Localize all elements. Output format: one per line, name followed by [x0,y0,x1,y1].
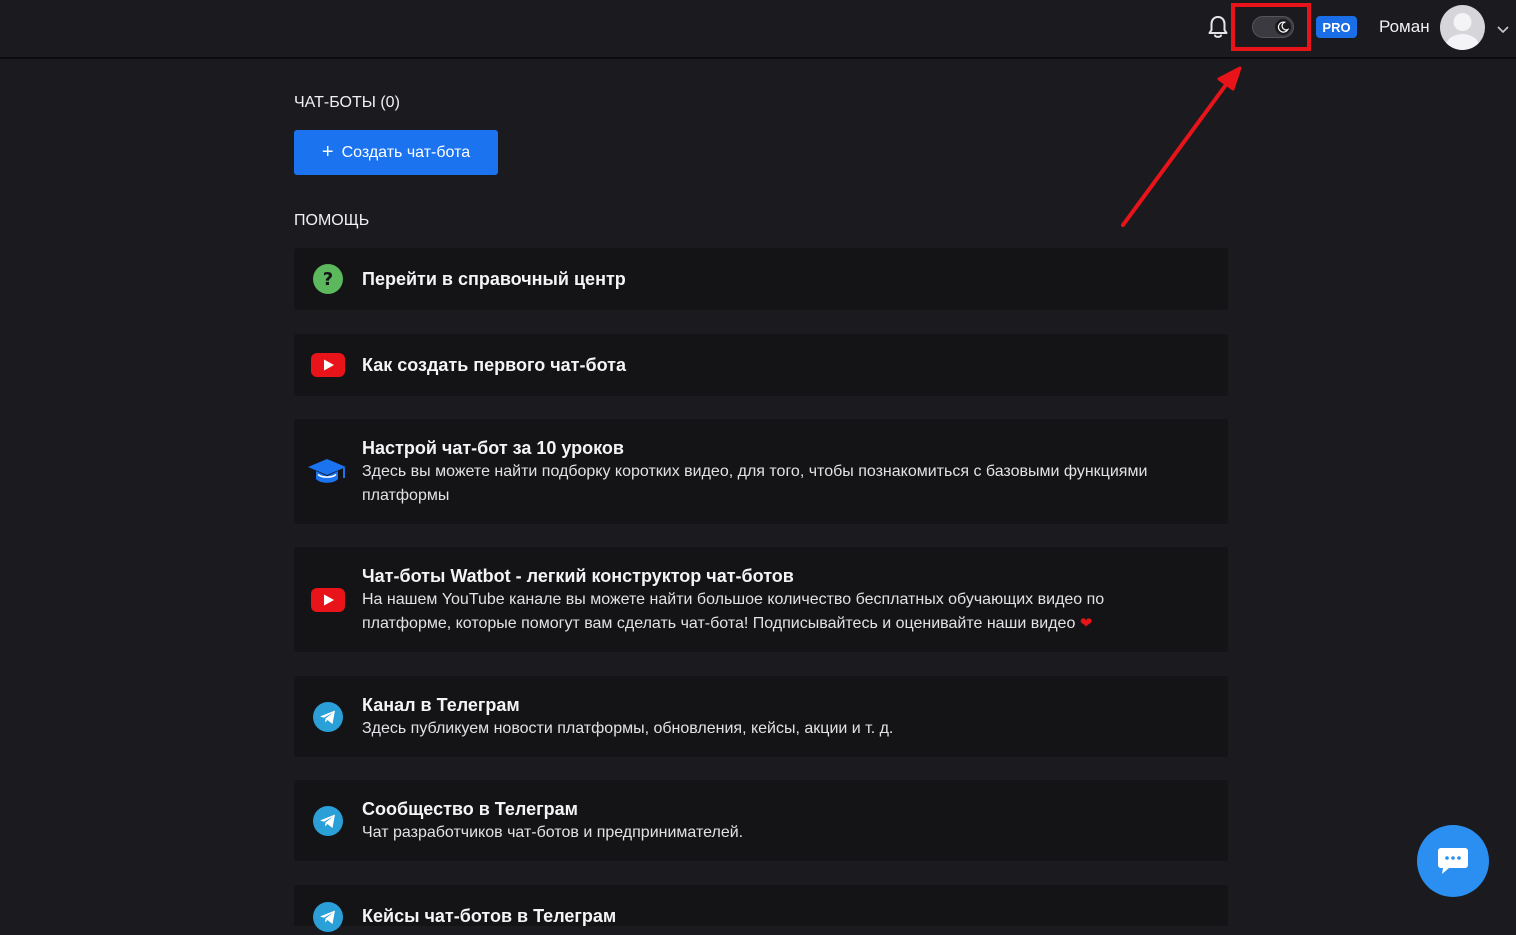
svg-text:?: ? [323,269,333,290]
help-section-title: ПОМОЩЬ [294,212,370,229]
dark-mode-toggle[interactable] [1252,16,1294,38]
help-item-telegram-cases[interactable]: Кейсы чат-ботов в Телеграм [294,885,1228,932]
youtube-icon [310,582,346,618]
help-item-title: Перейти в справочный центр [362,269,626,289]
graduation-cap-icon [306,454,348,490]
help-item-help-center[interactable]: ? Перейти в справочный центр [294,248,1228,310]
chevron-down-icon[interactable] [1496,22,1510,34]
help-item-watbot-youtube[interactable]: Чат-боты Watbot - легкий конструктор чат… [294,547,1228,652]
help-item-title: Настрой чат-бот за 10 уроков [362,438,624,458]
chat-bubble-icon [1438,848,1468,874]
help-item-description: Здесь публикуем новости платформы, обнов… [362,720,894,737]
question-icon: ? [310,261,346,297]
user-name[interactable]: Роман [1379,17,1430,37]
help-item-title: Чат-боты Watbot - легкий конструктор чат… [362,566,794,586]
help-item-title: Кейсы чат-ботов в Телеграм [362,906,617,926]
help-item-description: Здесь вы можете найти подборку коротких … [362,463,1148,504]
help-item-title: Как создать первого чат-бота [362,355,626,375]
help-item-description: Чат разработчиков чат-ботов и предприним… [362,824,744,841]
chatbots-section-title: ЧАТ-БОТЫ (0) [294,94,400,111]
plus-icon: + [321,140,334,163]
telegram-icon [310,899,346,935]
help-item-10-lessons[interactable]: Настрой чат-бот за 10 уроков Здесь вы мо… [294,419,1228,524]
create-chatbot-button[interactable]: + Создать чат-бота [294,130,498,175]
moon-icon [1275,19,1291,35]
help-item-telegram-channel[interactable]: Канал в Телеграм Здесь публикуем новости… [294,676,1228,757]
pro-badge: PRO [1316,16,1357,38]
top-bar: PRO Роман [0,0,1516,59]
avatar[interactable] [1440,5,1485,50]
help-item-title: Канал в Телеграм [362,695,520,715]
help-item-telegram-community[interactable]: Сообщество в Телеграм Чат разработчиков … [294,780,1228,861]
help-item-title: Сообщество в Телеграм [362,799,578,819]
help-item-first-chatbot[interactable]: Как создать первого чат-бота [294,334,1228,396]
telegram-icon [310,699,346,735]
chat-support-button[interactable] [1417,825,1489,897]
heart-icon: ❤ [1079,615,1093,632]
help-item-description: На нашем YouTube канале вы можете найти … [362,591,1105,632]
youtube-icon [310,347,346,383]
notifications-bell-icon[interactable] [1207,15,1229,39]
telegram-icon [310,803,346,839]
create-chatbot-label: Создать чат-бота [341,143,471,161]
